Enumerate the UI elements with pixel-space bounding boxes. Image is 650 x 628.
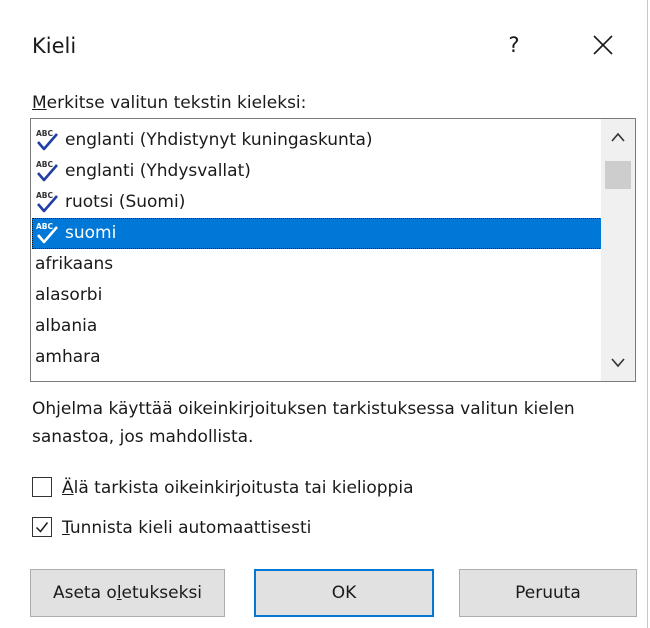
- language-item-label: albania: [35, 316, 98, 336]
- svg-text:ABC: ABC: [36, 191, 54, 200]
- scroll-up-button[interactable]: [601, 121, 635, 155]
- spellcheck-icon: ABC: [36, 160, 58, 182]
- dialog-border: [647, 0, 648, 628]
- language-list: ABC englanti (Yhdistynyt kuningaskunta) AB…: [32, 125, 602, 373]
- set-default-label-before: Aseta o: [52, 583, 117, 603]
- svg-text:ABC: ABC: [36, 129, 54, 138]
- listbox-scrollbar[interactable]: [601, 119, 635, 381]
- detect-language-checkbox[interactable]: [32, 517, 52, 537]
- language-list-label-text: erkitse valitun tekstin kieleksi:: [46, 93, 307, 113]
- language-item-label: afrikaans: [35, 254, 114, 274]
- check-icon: [35, 522, 49, 533]
- set-default-button[interactable]: Aseta oletukseksi: [30, 569, 225, 617]
- accelerator-char: Ä: [62, 478, 74, 498]
- no-proofing-label-text: lä tarkista oikeinkirjoitusta tai kielio…: [73, 478, 414, 498]
- cancel-button[interactable]: Peruuta: [459, 569, 637, 617]
- help-button[interactable]: ?: [492, 22, 536, 68]
- svg-text:ABC: ABC: [36, 160, 54, 169]
- language-item[interactable]: ABC englanti (Yhdistynyt kuningaskunta): [32, 125, 602, 156]
- accelerator-char: M: [32, 93, 47, 113]
- language-list-label: Merkitse valitun tekstin kieleksi:: [32, 90, 306, 116]
- close-button[interactable]: [576, 22, 630, 68]
- dialog-title: Kieli: [32, 34, 77, 58]
- language-item-label: alasorbi: [35, 285, 103, 305]
- no-proofing-label: Älä tarkista oikeinkirjoitusta tai kieli…: [62, 475, 413, 501]
- language-dialog: Kieli ? Merkitse valitun tekstin kieleks…: [0, 0, 650, 628]
- close-icon: [593, 35, 613, 55]
- language-item-label: amhara: [35, 347, 101, 367]
- ok-button[interactable]: OK: [254, 569, 434, 617]
- spellcheck-icon: ABC: [36, 222, 58, 244]
- chevron-up-icon: [611, 132, 625, 142]
- info-text: Ohjelma käyttää oikeinkirjoituksen tarki…: [32, 399, 575, 447]
- chevron-down-icon: [611, 358, 625, 368]
- no-proofing-checkbox[interactable]: [32, 477, 52, 497]
- language-item[interactable]: alasorbi: [32, 280, 602, 311]
- spellcheck-icon: ABC: [36, 129, 58, 151]
- language-item-label: ruotsi (Suomi): [65, 192, 186, 212]
- language-listbox[interactable]: ABC englanti (Yhdistynyt kuningaskunta) AB…: [30, 118, 636, 382]
- language-item[interactable]: ABC suomi: [32, 218, 602, 249]
- accelerator-char: T: [62, 518, 70, 538]
- detect-language-label-text: unnista kieli automaattisesti: [69, 518, 312, 538]
- language-item[interactable]: amhara: [32, 342, 602, 373]
- set-default-label-after: etukseksi: [121, 583, 203, 603]
- language-item-label: englanti (Yhdysvallat): [65, 161, 251, 181]
- scroll-down-button[interactable]: [601, 347, 635, 381]
- language-item[interactable]: albania: [32, 311, 602, 342]
- language-item[interactable]: ABC englanti (Yhdysvallat): [32, 156, 602, 187]
- language-item-label: suomi: [65, 223, 117, 243]
- title-bar: Kieli ?: [0, 0, 648, 90]
- language-item-label: englanti (Yhdistynyt kuningaskunta): [65, 130, 373, 150]
- language-item[interactable]: ABC ruotsi (Suomi): [32, 187, 602, 218]
- scroll-thumb[interactable]: [605, 161, 631, 189]
- spellcheck-icon: ABC: [36, 191, 58, 213]
- detect-language-label: Tunnista kieli automaattisesti: [62, 515, 311, 541]
- language-item[interactable]: afrikaans: [32, 249, 602, 280]
- svg-text:ABC: ABC: [36, 222, 54, 231]
